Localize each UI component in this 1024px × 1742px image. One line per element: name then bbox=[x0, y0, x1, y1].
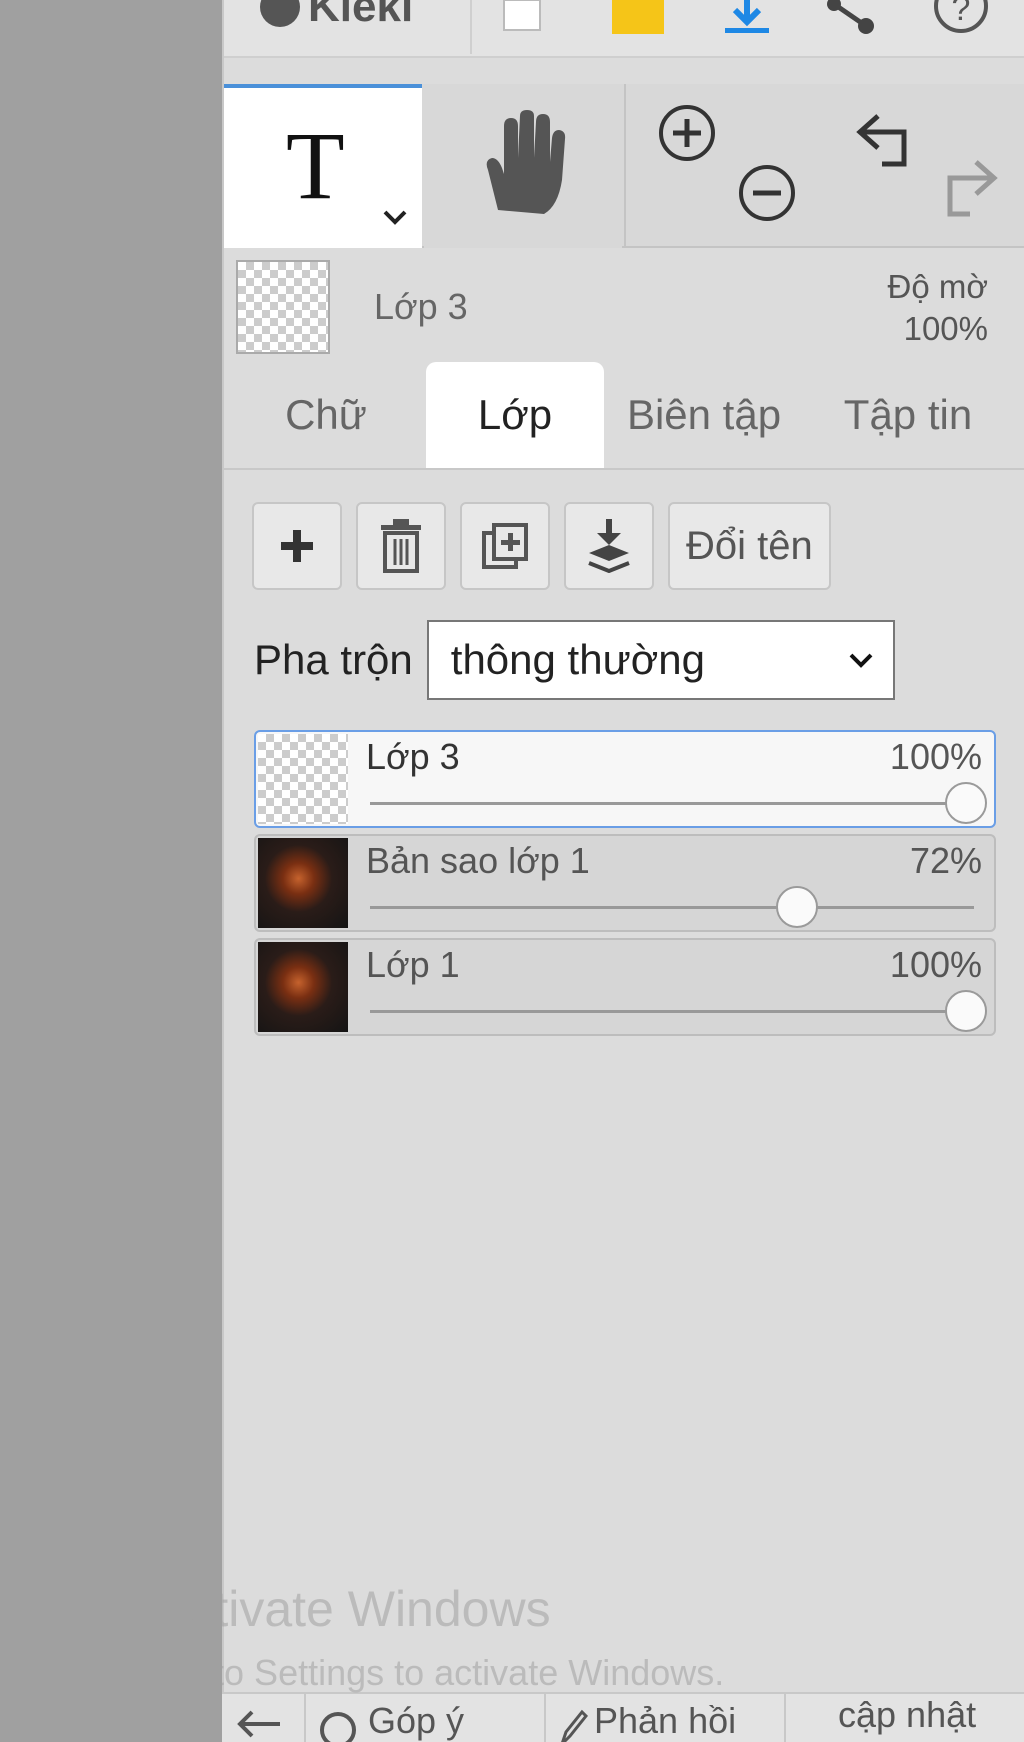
layer-item[interactable]: Bản sao lớp 1 72% bbox=[254, 834, 996, 932]
text-tool-button[interactable]: T bbox=[224, 84, 422, 248]
tab-file[interactable]: Tập tin bbox=[808, 362, 1008, 468]
new-image-icon[interactable] bbox=[500, 0, 544, 38]
blend-mode-row: Pha trộn thông thường bbox=[254, 620, 895, 700]
layer-name: Lớp 1 bbox=[366, 944, 460, 985]
delete-layer-icon bbox=[381, 519, 421, 573]
feedback-icon bbox=[320, 1712, 356, 1742]
text-tool-icon: T bbox=[286, 112, 345, 219]
blend-mode-label: Pha trộn bbox=[254, 636, 413, 683]
tab-text[interactable]: Chữ bbox=[242, 362, 410, 468]
rename-layer-button[interactable]: Đổi tên bbox=[668, 502, 831, 590]
activation-watermark-subtitle: Go to Settings to activate Windows. bbox=[156, 1652, 725, 1693]
svg-text:?: ? bbox=[952, 0, 971, 28]
tool-row: T bbox=[224, 84, 1024, 248]
feedback-link[interactable]: Góp ý bbox=[368, 1700, 464, 1742]
layer-thumbnail bbox=[258, 838, 348, 928]
layer-opacity-value: 72% bbox=[909, 840, 982, 881]
zoom-out-icon[interactable] bbox=[736, 162, 798, 224]
current-layer-opacity: Độ mờ 100% bbox=[888, 266, 988, 350]
layer-opacity-value: 100% bbox=[889, 944, 982, 985]
layer-opacity-slider-handle[interactable] bbox=[775, 886, 818, 928]
blend-mode-select[interactable]: thông thường bbox=[426, 620, 895, 700]
layer-thumbnail bbox=[258, 942, 348, 1032]
layer-name: Lớp 3 bbox=[366, 736, 460, 777]
opacity-value: 100% bbox=[903, 310, 988, 347]
app-logo-text: Kleki bbox=[308, 0, 414, 31]
layer-list: Lớp 3 100% Bản sao lớp 1 72% Lớp 1 100% bbox=[254, 730, 996, 1042]
duplicate-layer-icon bbox=[482, 523, 528, 569]
pencil-icon bbox=[561, 1709, 588, 1742]
layer-item[interactable]: Lớp 1 100% bbox=[254, 938, 996, 1036]
current-layer-name: Lớp 3 bbox=[374, 286, 468, 327]
duplicate-layer-button[interactable] bbox=[460, 502, 550, 590]
app-logo[interactable]: Kleki bbox=[260, 0, 413, 32]
reply-link[interactable]: Phản hồi bbox=[594, 1700, 736, 1742]
undo-icon[interactable] bbox=[854, 112, 918, 168]
share-icon[interactable] bbox=[824, 0, 876, 38]
top-toolbar: Kleki ? bbox=[224, 0, 1024, 58]
delete-layer-button[interactable] bbox=[356, 502, 446, 590]
opacity-label: Độ mờ bbox=[887, 268, 988, 305]
layer-item[interactable]: Lớp 3 100% bbox=[254, 730, 996, 828]
open-folder-icon[interactable] bbox=[608, 0, 668, 38]
update-link[interactable]: cập nhật bbox=[838, 1694, 976, 1736]
chevron-down-icon bbox=[849, 653, 873, 668]
bottom-divider bbox=[544, 1694, 546, 1742]
bottom-bar: Góp ý Phản hồi cập nhật bbox=[222, 1692, 1024, 1742]
layer-thumbnail bbox=[258, 734, 348, 824]
toolbar-divider bbox=[470, 0, 472, 54]
layer-opacity-track[interactable] bbox=[370, 1010, 974, 1013]
merge-down-button[interactable] bbox=[564, 502, 654, 590]
tab-edit[interactable]: Biên tập bbox=[604, 362, 804, 468]
panel-tabs: Chữ Lớp Biên tập Tập tin bbox=[224, 362, 1024, 470]
back-arrow-icon[interactable] bbox=[236, 1708, 282, 1742]
merge-down-icon bbox=[588, 519, 630, 573]
layer-opacity-slider-handle[interactable] bbox=[945, 990, 987, 1032]
add-layer-button[interactable] bbox=[252, 502, 342, 590]
layer-opacity-slider-handle[interactable] bbox=[945, 782, 987, 824]
tools-divider bbox=[624, 84, 626, 248]
add-layer-icon bbox=[281, 530, 313, 562]
current-layer-info: Lớp 3 Độ mờ 100% bbox=[224, 250, 1024, 358]
redo-icon[interactable] bbox=[936, 158, 1000, 218]
bottom-divider bbox=[784, 1694, 786, 1742]
zoom-in-icon[interactable] bbox=[656, 102, 718, 164]
tab-layers[interactable]: Lớp bbox=[426, 362, 604, 468]
chevron-down-icon[interactable] bbox=[380, 206, 410, 228]
activation-watermark-title: Activate Windows bbox=[156, 1581, 551, 1637]
layer-opacity-track[interactable] bbox=[370, 802, 974, 805]
layer-opacity-value: 100% bbox=[889, 736, 982, 777]
help-icon[interactable]: ? bbox=[932, 0, 990, 38]
side-panel: Kleki ? T Lớp 3 Độ mờ 100% Chữ Lớp Biên … bbox=[222, 0, 1024, 1742]
current-layer-thumbnail bbox=[236, 260, 330, 354]
hand-tool-icon bbox=[486, 110, 566, 214]
download-icon[interactable] bbox=[722, 0, 772, 38]
layer-opacity-track[interactable] bbox=[370, 906, 974, 909]
drawing-canvas-area[interactable] bbox=[0, 0, 222, 1742]
layer-action-buttons: Đổi tên bbox=[252, 502, 831, 590]
bottom-divider bbox=[304, 1694, 306, 1742]
blend-mode-value: thông thường bbox=[450, 636, 705, 683]
hand-tool-button[interactable] bbox=[424, 84, 622, 248]
kleki-logo-icon bbox=[260, 0, 300, 27]
layer-name: Bản sao lớp 1 bbox=[366, 840, 590, 881]
